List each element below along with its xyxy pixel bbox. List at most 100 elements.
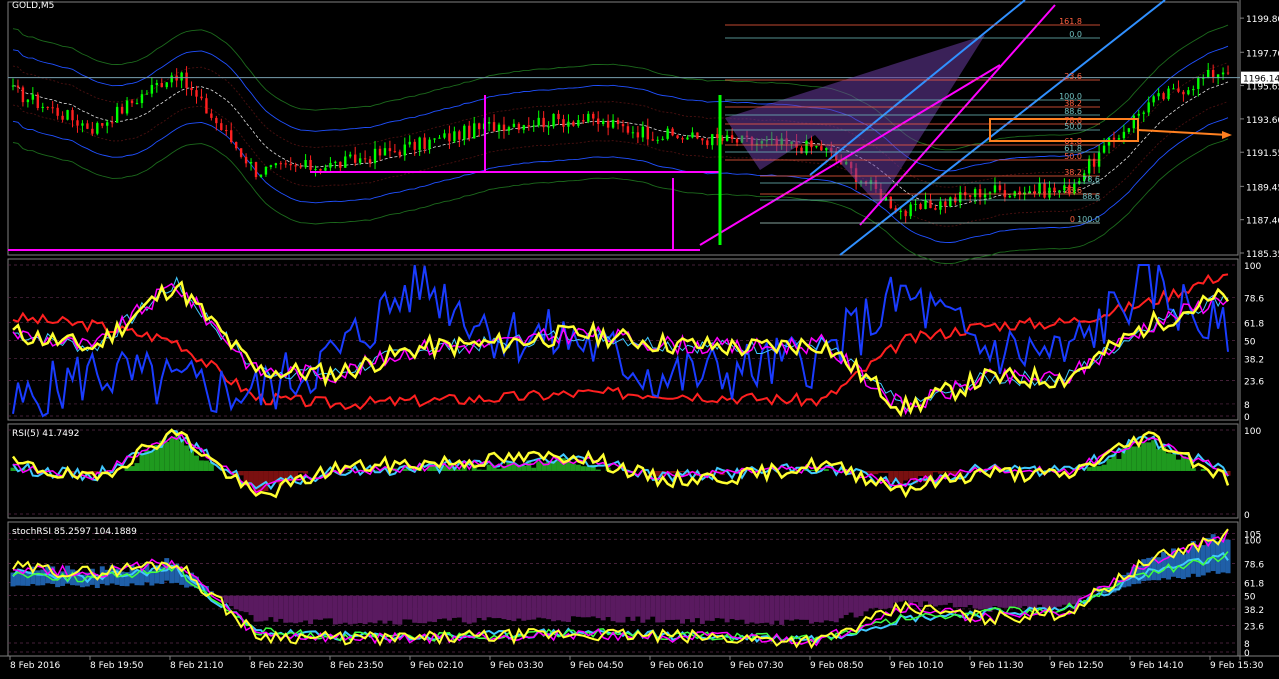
histogram-bar bbox=[968, 596, 973, 605]
fib-level-label: 88.6 bbox=[1082, 192, 1100, 201]
histogram-bar bbox=[715, 596, 720, 618]
envelope-line bbox=[13, 25, 1228, 150]
histogram-bar bbox=[621, 596, 626, 623]
level-label: 61.8 bbox=[1244, 579, 1264, 589]
candle-body bbox=[96, 123, 98, 134]
histogram-bar bbox=[204, 461, 209, 471]
histogram-bar bbox=[710, 596, 715, 621]
histogram-bar bbox=[298, 596, 303, 623]
level-label: 0 bbox=[1244, 649, 1250, 659]
histogram-bar bbox=[690, 596, 695, 623]
candle-body bbox=[131, 101, 133, 104]
candle-body bbox=[647, 127, 649, 140]
histogram-bar bbox=[1191, 468, 1196, 471]
histogram-bar bbox=[963, 596, 968, 608]
histogram-bar bbox=[873, 596, 878, 608]
envelope-line bbox=[13, 118, 1228, 243]
chart-svg[interactable]: 1199.801197.701195.651193.601191.551189.… bbox=[0, 0, 1279, 675]
candle-body bbox=[12, 86, 14, 87]
histogram-bar bbox=[179, 441, 184, 471]
histogram-bar bbox=[868, 596, 873, 609]
histogram-bar bbox=[457, 596, 462, 618]
price-tick-label: 1189.45 bbox=[1246, 183, 1279, 193]
histogram-bar bbox=[353, 596, 358, 624]
level-label: 23.6 bbox=[1244, 622, 1264, 632]
candle-body bbox=[676, 135, 678, 138]
candle-body bbox=[924, 200, 926, 209]
candle-body bbox=[91, 129, 93, 134]
time-tick-label: 9 Feb 06:10 bbox=[650, 661, 704, 671]
price-tick-label: 1187.40 bbox=[1246, 217, 1279, 227]
histogram-bar bbox=[1097, 466, 1102, 471]
histogram-bar bbox=[1017, 596, 1022, 608]
price-tick-label: 1193.60 bbox=[1246, 116, 1279, 126]
candle-body bbox=[999, 185, 1001, 190]
histogram-bar bbox=[536, 461, 541, 471]
histogram-bar bbox=[606, 596, 611, 617]
candle-body bbox=[914, 204, 916, 205]
candle-body bbox=[513, 124, 515, 127]
candle-body bbox=[81, 123, 83, 125]
candle-body bbox=[220, 123, 222, 130]
candle-body bbox=[627, 126, 629, 132]
candle-body bbox=[1177, 88, 1179, 91]
candle-body bbox=[731, 135, 733, 139]
candle-body bbox=[1088, 159, 1090, 174]
candle-body bbox=[190, 88, 192, 90]
histogram-bar bbox=[645, 596, 650, 620]
histogram-bar bbox=[754, 596, 759, 624]
candle-body bbox=[815, 146, 817, 147]
fib-level-label: 38.2 bbox=[1064, 168, 1082, 177]
time-tick-label: 9 Feb 12:50 bbox=[1050, 661, 1104, 671]
histogram-bar bbox=[417, 596, 422, 623]
histogram-bar bbox=[735, 596, 740, 621]
level-label: 100 bbox=[1244, 536, 1261, 546]
level-label: 0 bbox=[1244, 413, 1250, 423]
candle-body bbox=[666, 129, 668, 139]
histogram-bar bbox=[422, 596, 427, 624]
candle-body bbox=[280, 163, 282, 164]
time-tick-label: 9 Feb 15:30 bbox=[1210, 661, 1264, 671]
histogram-bar bbox=[516, 596, 521, 619]
histogram-bar bbox=[769, 596, 774, 625]
histogram-bar bbox=[392, 596, 397, 625]
candle-body bbox=[319, 169, 321, 171]
candle-body bbox=[299, 166, 301, 167]
candle-body bbox=[225, 130, 227, 131]
histogram-bar bbox=[933, 596, 938, 607]
histogram-bar bbox=[655, 596, 660, 623]
candle-body bbox=[1222, 73, 1224, 75]
histogram-bar bbox=[1037, 596, 1042, 605]
histogram-bar bbox=[1116, 459, 1121, 471]
candle-body bbox=[235, 142, 237, 148]
histogram-bar bbox=[551, 596, 556, 622]
histogram-bar bbox=[472, 596, 477, 623]
histogram-bar bbox=[625, 596, 630, 617]
level-label: 50 bbox=[1244, 338, 1256, 348]
candle-body bbox=[170, 76, 172, 83]
histogram-bar bbox=[437, 596, 442, 619]
chart-root[interactable]: 1199.801197.701195.651193.601191.551189.… bbox=[0, 0, 1279, 675]
histogram-bar bbox=[412, 596, 417, 623]
histogram-bar bbox=[511, 596, 516, 621]
candle-body bbox=[334, 162, 336, 163]
histogram-bar bbox=[521, 596, 526, 621]
candle-body bbox=[344, 156, 346, 167]
histogram-bar bbox=[695, 596, 700, 618]
candle-body bbox=[1118, 138, 1120, 140]
histogram-bar bbox=[477, 596, 482, 618]
histogram-bar bbox=[883, 471, 888, 473]
candle-body bbox=[399, 152, 401, 156]
candle-body bbox=[949, 197, 951, 206]
price-tick-label: 1197.70 bbox=[1246, 49, 1279, 59]
candle-body bbox=[671, 129, 673, 136]
candle-body bbox=[716, 134, 718, 138]
candle-body bbox=[508, 127, 510, 131]
histogram-bar bbox=[630, 596, 635, 621]
candle-body bbox=[185, 73, 187, 88]
candle-body bbox=[944, 201, 946, 206]
histogram-bar bbox=[581, 596, 586, 618]
histogram-bar bbox=[660, 596, 665, 623]
candle-body bbox=[349, 155, 351, 157]
candle-body bbox=[136, 103, 138, 104]
